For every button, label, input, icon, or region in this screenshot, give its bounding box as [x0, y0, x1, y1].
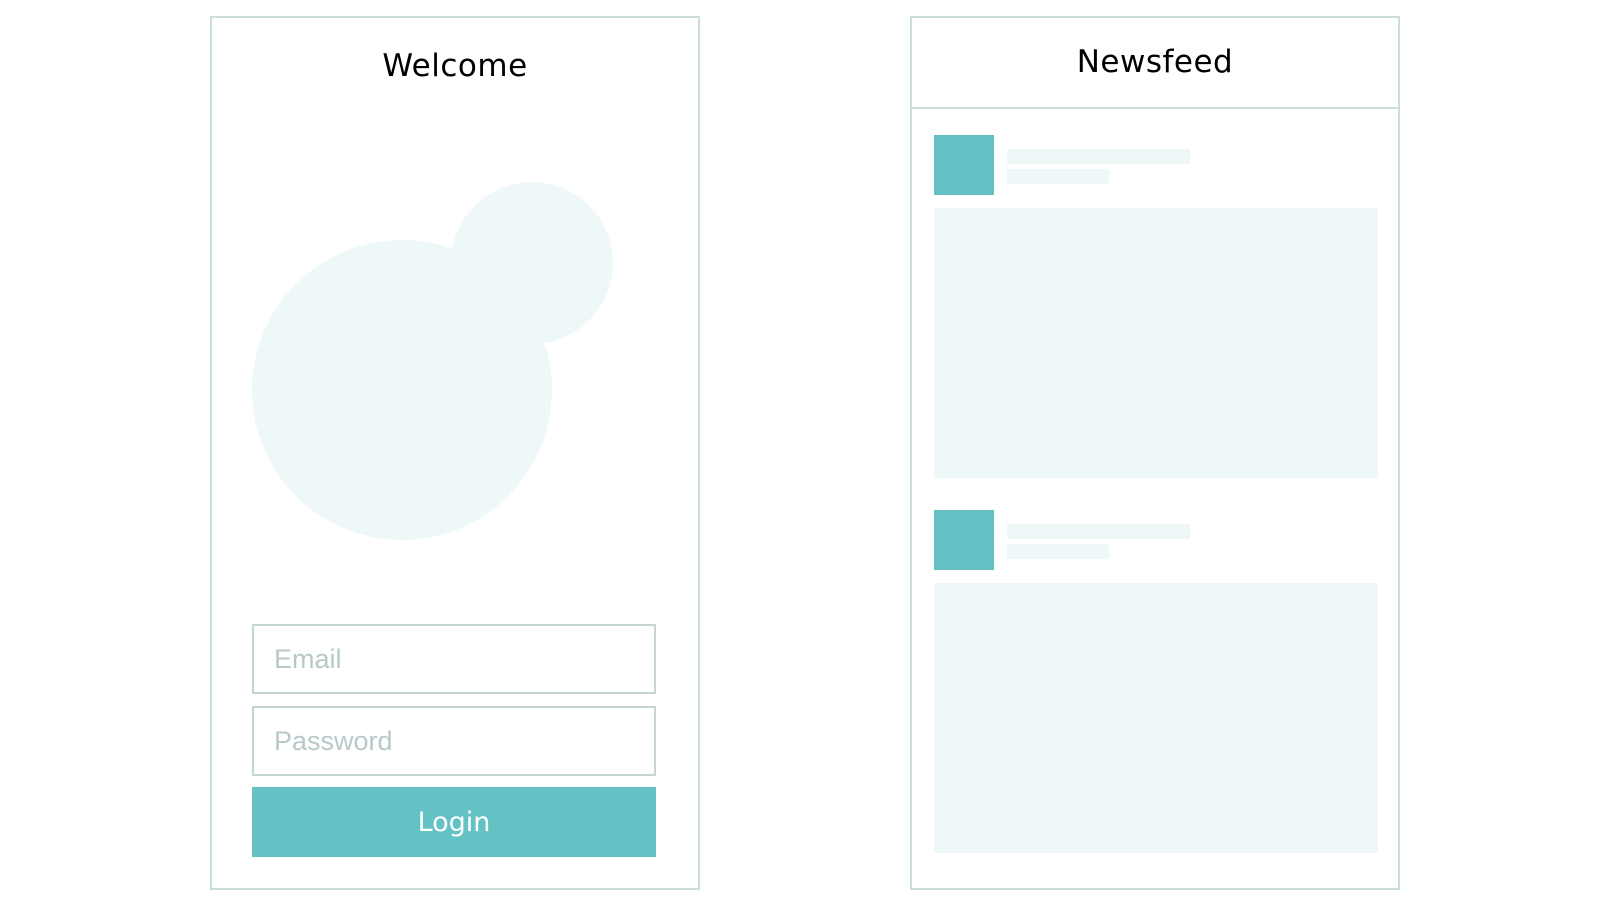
feed-post[interactable] [934, 510, 1378, 853]
illustration-small-circle [451, 182, 613, 344]
post-avatar[interactable] [934, 135, 994, 195]
feed-post[interactable] [934, 135, 1378, 478]
newsfeed-header: Newsfeed [912, 18, 1398, 109]
welcome-title: Welcome [382, 48, 528, 84]
post-meta-placeholder [1007, 169, 1109, 184]
login-button[interactable]: Login [252, 787, 656, 857]
password-field[interactable] [252, 706, 656, 776]
post-image-placeholder[interactable] [934, 583, 1378, 853]
newsfeed-screen: Newsfeed [910, 16, 1400, 890]
post-image-placeholder[interactable] [934, 208, 1378, 478]
welcome-illustration [252, 182, 613, 540]
email-field[interactable] [252, 624, 656, 694]
newsfeed-title: Newsfeed [1076, 44, 1234, 80]
post-meta-placeholder [1007, 544, 1109, 559]
post-avatar[interactable] [934, 510, 994, 570]
post-author-placeholder [1007, 524, 1190, 539]
welcome-screen: Welcome Login [210, 16, 700, 890]
post-author-placeholder [1007, 149, 1190, 164]
